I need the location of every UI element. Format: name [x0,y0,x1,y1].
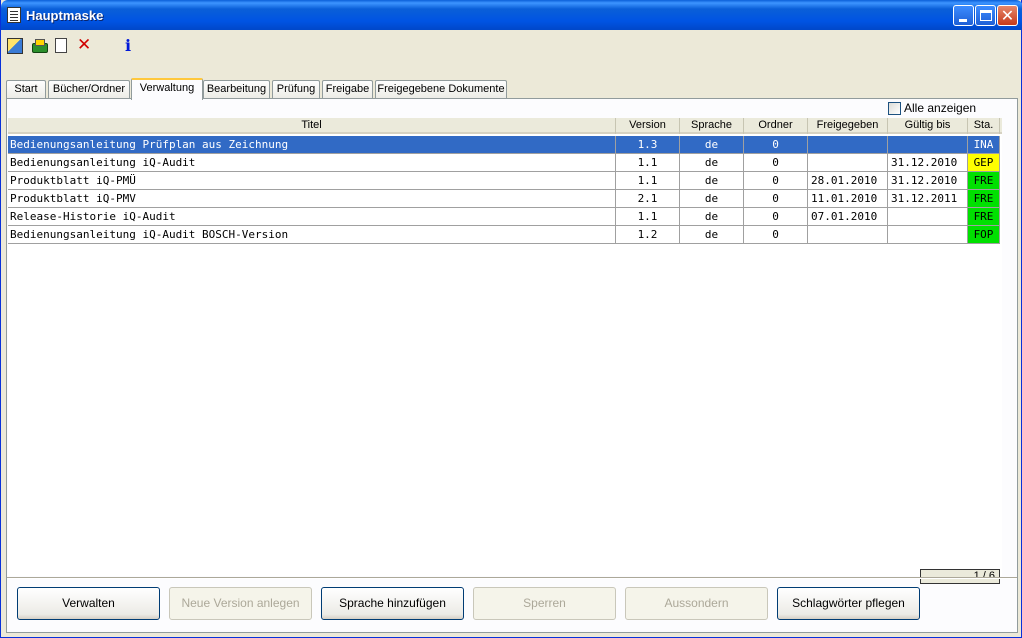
main-window: Hauptmaske ✕ ✕ i Start Bücher/Ordner Ver… [0,0,1022,638]
title-bar[interactable]: Hauptmaske ✕ [1,0,1022,30]
column-header-titel[interactable]: Titel [8,118,616,134]
cell-ordner: 0 [744,172,808,190]
table-row[interactable]: Produktblatt iQ-PMV 2.1 de 0 11.01.2010 31.12… [8,190,1002,208]
verwalten-button[interactable]: Verwalten [17,587,160,620]
cell-titel: Release-Historie iQ-Audit [8,208,616,226]
tab-bearbeitung[interactable]: Bearbeitung [203,80,270,99]
cell-sprache: de [680,226,744,244]
cell-titel: Produktblatt iQ-PMÜ [8,172,616,190]
cell-version: 1.1 [616,208,680,226]
new-document-icon[interactable] [55,38,67,53]
cell-status: GEP [968,154,1000,172]
cell-sprache: de [680,172,744,190]
add-language-button[interactable]: Sprache hinzufügen [321,587,464,620]
cell-status: FRE [968,172,1000,190]
column-header-ordner[interactable]: Ordner [744,118,808,134]
retire-button[interactable]: Aussondern [625,587,768,620]
cell-version: 1.1 [616,154,680,172]
keywords-button[interactable]: Schlagwörter pflegen [777,587,920,620]
cell-freigegeben: 11.01.2010 [808,190,888,208]
table-row[interactable]: Produktblatt iQ-PMÜ 1.1 de 0 28.01.2010 31.12… [8,172,1002,190]
close-button[interactable]: ✕ [997,5,1018,26]
cell-status: FRE [968,208,1000,226]
cell-version: 1.3 [616,136,680,154]
cell-sprache: de [680,208,744,226]
table-row[interactable]: Bedienungsanleitung iQ-Audit BOSCH-Versi… [8,226,1002,244]
cell-status: FRE [968,190,1000,208]
cell-ordner: 0 [744,136,808,154]
toolbar: ✕ i [5,36,205,56]
cell-titel: Bedienungsanleitung Prüfplan aus Zeichnu… [8,136,616,154]
maximize-icon [980,10,992,21]
document-icon [7,7,21,23]
column-header-freigegeben[interactable]: Freigegeben [808,118,888,134]
cell-version: 2.1 [616,190,680,208]
cell-gueltig-bis: 31.12.2011 [888,190,968,208]
column-header-status[interactable]: Sta. [968,118,1000,134]
cell-freigegeben: 28.01.2010 [808,172,888,190]
minimize-button[interactable] [953,5,974,26]
tab-freigabe[interactable]: Freigabe [322,80,373,99]
show-all-checkbox[interactable] [888,102,901,115]
tab-panel-verwaltung: Alle anzeigen Titel Version Sprache Ordn… [6,98,1018,633]
tab-verwaltung[interactable]: Verwaltung [131,78,203,100]
cell-freigegeben: 07.01.2010 [808,208,888,226]
tab-buecher-ordner[interactable]: Bücher/Ordner [48,80,130,99]
show-all-label: Alle anzeigen [904,101,977,115]
cell-titel: Bedienungsanleitung iQ-Audit BOSCH-Versi… [8,226,616,244]
cell-sprache: de [680,136,744,154]
tab-freigegebene-dokumente[interactable]: Freigegebene Dokumente [375,80,507,99]
print-icon[interactable] [31,38,48,54]
table-row[interactable]: Release-Historie iQ-Audit 1.1 de 0 07.01.201… [8,208,1002,226]
lock-button[interactable]: Sperren [473,587,616,620]
cell-gueltig-bis: 31.12.2010 [888,154,968,172]
bookmark-edit-icon[interactable] [7,38,23,54]
divider [7,577,1017,579]
new-version-button[interactable]: Neue Version anlegen [169,587,312,620]
tab-start[interactable]: Start [6,80,46,99]
cell-freigegeben [808,226,888,244]
close-icon: ✕ [1000,6,1015,25]
minimize-icon [959,19,967,22]
cell-titel: Bedienungsanleitung iQ-Audit [8,154,616,172]
column-header-gueltig-bis[interactable]: Gültig bis [888,118,968,134]
column-header-version[interactable]: Version [616,118,680,134]
cell-sprache: de [680,154,744,172]
cell-gueltig-bis [888,226,968,244]
cell-ordner: 0 [744,190,808,208]
documents-table[interactable]: Titel Version Sprache Ordner Freigegeben… [8,118,1002,576]
cell-freigegeben [808,154,888,172]
cell-ordner: 0 [744,226,808,244]
window-title: Hauptmaske [26,8,104,23]
cell-sprache: de [680,190,744,208]
column-header-sprache[interactable]: Sprache [680,118,744,134]
maximize-button[interactable] [975,5,996,26]
cell-version: 1.2 [616,226,680,244]
table-header: Titel Version Sprache Ordner Freigegeben… [8,118,1002,134]
tab-pruefung[interactable]: Prüfung [272,80,320,99]
cell-status: FOP [968,226,1000,244]
cell-gueltig-bis [888,136,968,154]
table-row[interactable]: Bedienungsanleitung Prüfplan aus Zeichnu… [8,136,1002,154]
cell-version: 1.1 [616,172,680,190]
delete-icon[interactable]: ✕ [77,37,93,54]
cell-ordner: 0 [744,208,808,226]
cell-status: INA [968,136,1000,154]
cell-gueltig-bis: 31.12.2010 [888,172,968,190]
table-row[interactable]: Bedienungsanleitung iQ-Audit 1.1 de 0 31.12.… [8,154,1002,172]
info-icon[interactable]: i [125,38,141,54]
cell-freigegeben [808,136,888,154]
cell-gueltig-bis [888,208,968,226]
cell-titel: Produktblatt iQ-PMV [8,190,616,208]
cell-ordner: 0 [744,154,808,172]
